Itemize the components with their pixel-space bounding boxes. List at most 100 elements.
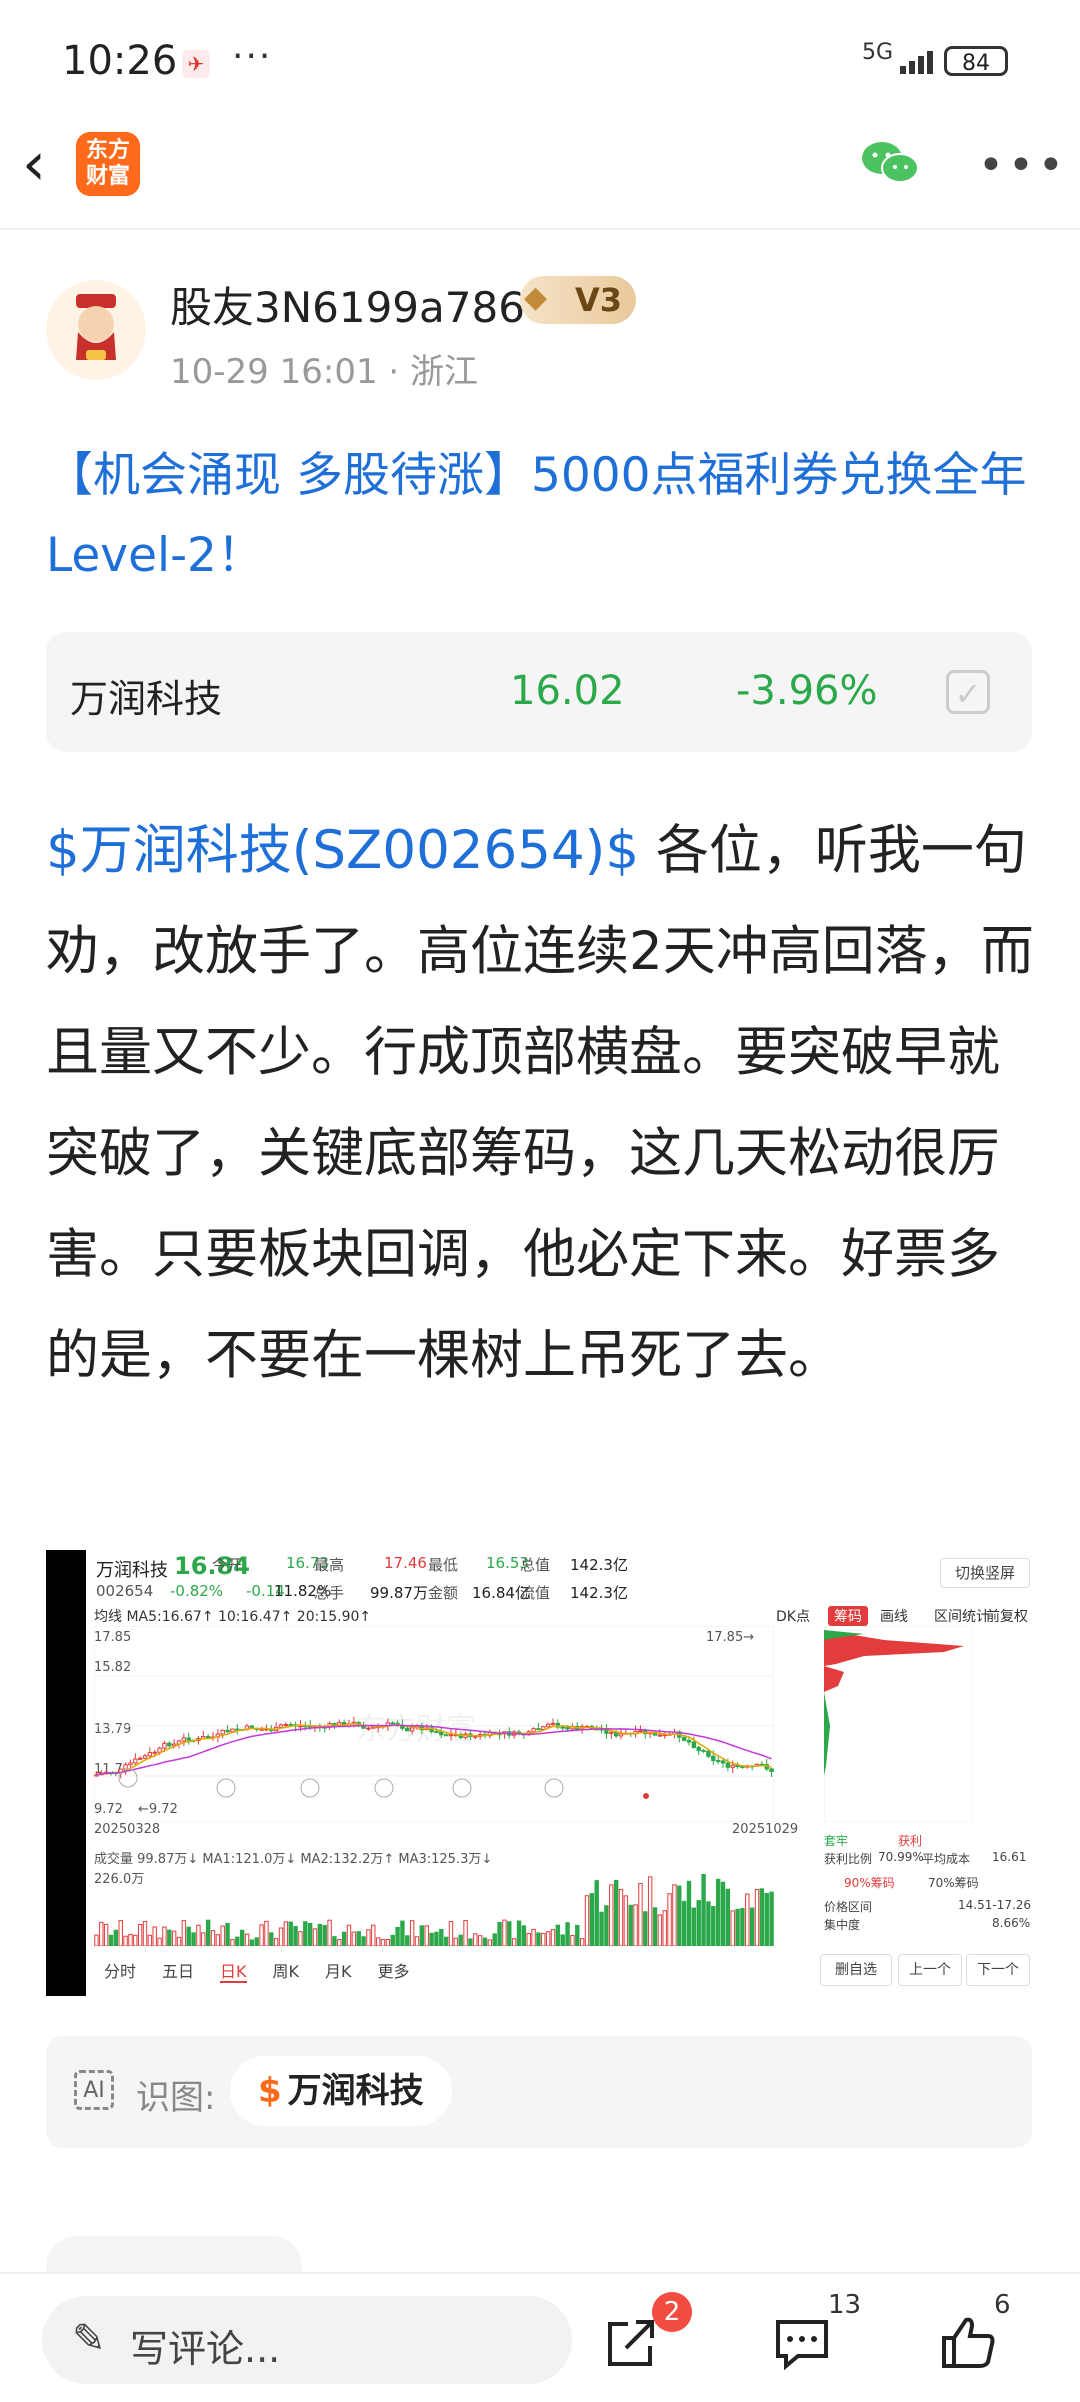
- volume-bar: [575, 1924, 580, 1946]
- comment-input[interactable]: ✎ 写评论...: [42, 2296, 572, 2384]
- volume-bar: [536, 1932, 541, 1946]
- avg-cost: 16.61: [992, 1850, 1027, 1864]
- add-watchlist-checkbox-icon[interactable]: ✓: [946, 670, 990, 714]
- volume-bar: [390, 1934, 395, 1946]
- volume-bar: [215, 1934, 221, 1946]
- battery-icon: 84: [944, 46, 1008, 76]
- shot-open-label: 今开: [212, 1556, 243, 1574]
- volume-bar: [99, 1921, 104, 1946]
- post-body: $万润科技(SZ002654)$ 各位，听我一句劝，改放手了。高位连续2天冲高回…: [46, 800, 1036, 1406]
- avatar[interactable]: [46, 280, 146, 380]
- volume-bar: [473, 1933, 478, 1946]
- volume-bar: [759, 1888, 765, 1946]
- author-name[interactable]: 股友3N6199a786: [170, 274, 525, 335]
- volume-bar: [740, 1908, 745, 1946]
- date-end: 20251029: [732, 1822, 799, 1837]
- candle-body: [769, 1768, 774, 1773]
- volume-bar: [210, 1930, 216, 1946]
- tab-yuek: 月K: [325, 1962, 352, 1981]
- shot-float: 142.3亿: [570, 1584, 628, 1602]
- volume-bar: [424, 1925, 429, 1946]
- fuquan-tab: 前复权: [986, 1609, 1028, 1625]
- avg-cost-label: 平均成本: [922, 1852, 971, 1866]
- candle-body: [725, 1762, 731, 1768]
- volume-bar: [278, 1927, 284, 1946]
- clock: 10:26: [62, 38, 178, 84]
- ai-stock-chip[interactable]: $ 万润科技: [230, 2056, 452, 2126]
- range-stats-tab: 区间统计: [934, 1609, 990, 1625]
- post-body-text: 各位，听我一句劝，改放手了。高位连续2天冲高回落，而且量又不少。行成顶部横盘。要…: [46, 820, 1034, 1386]
- back-button[interactable]: ‹: [22, 132, 66, 196]
- shot-stock-name: 万润科技: [96, 1560, 168, 1581]
- candle-body: [225, 1729, 230, 1733]
- stock-name: 万润科技: [70, 677, 223, 721]
- volume-bar: [686, 1880, 692, 1946]
- volume-bar: [133, 1934, 138, 1946]
- volume-bar: [555, 1924, 561, 1946]
- volume-bar: [375, 1937, 381, 1946]
- volume-bar: [171, 1930, 177, 1946]
- volume-bar: [123, 1935, 128, 1946]
- like-icon[interactable]: [940, 2314, 996, 2370]
- volume-bar: [618, 1888, 624, 1946]
- volume-bar: [468, 1938, 473, 1946]
- switch-orientation-button: 切换竖屏: [940, 1558, 1030, 1588]
- shot-float-label: 流值: [520, 1584, 551, 1602]
- volume-bar: [196, 1924, 201, 1946]
- volume-bar: [526, 1932, 531, 1946]
- more-menu-icon[interactable]: •••: [978, 140, 1068, 191]
- volume-bar: [657, 1914, 663, 1946]
- candle-body: [137, 1757, 143, 1760]
- candle-body: [657, 1734, 663, 1737]
- volume-bar: [711, 1906, 716, 1946]
- volume-bar: [220, 1925, 225, 1946]
- volume-bar: [677, 1885, 682, 1946]
- volume-bar: [439, 1928, 444, 1946]
- volume-bar: [385, 1938, 391, 1946]
- volume-bar: [142, 1920, 148, 1946]
- tab-fenshi: 分时: [104, 1962, 137, 1981]
- stock-tag-link[interactable]: $万润科技(SZ002654)$: [46, 820, 639, 881]
- post-title[interactable]: 【机会涌现 多股待涨】5000点福利券兑换全年Level-2！: [46, 436, 1036, 596]
- attached-chart-image[interactable]: 万润科技 16.84 002654 -0.82% 今开 16.73 最高 17.…: [46, 1550, 1032, 1996]
- volume-bar: [681, 1900, 687, 1946]
- volume-bar: [113, 1929, 119, 1946]
- volume-bar: [118, 1920, 123, 1946]
- comment-icon[interactable]: [774, 2318, 830, 2370]
- candle-body: [706, 1750, 711, 1757]
- comment-placeholder: 写评论...: [130, 2327, 281, 2371]
- volume-bar: [531, 1928, 536, 1946]
- volume-bar: [516, 1920, 522, 1946]
- share-icon[interactable]: [604, 2316, 658, 2370]
- candle-body: [128, 1762, 133, 1766]
- volume-bar: [293, 1925, 298, 1946]
- volume-bar: [458, 1934, 463, 1946]
- candle-body: [235, 1728, 240, 1731]
- volume-bar: [298, 1931, 303, 1946]
- volume-bar: [594, 1880, 599, 1946]
- candle-body: [283, 1723, 289, 1726]
- candle-body: [366, 1727, 371, 1730]
- volume-bar: [570, 1935, 575, 1946]
- more-notifications-icon: ···: [232, 36, 273, 77]
- volume-bar: [230, 1939, 235, 1946]
- volume-bar: [327, 1919, 332, 1946]
- volume-bar: [749, 1907, 755, 1946]
- volume-bar: [366, 1929, 371, 1946]
- shot-code: 002654: [96, 1582, 154, 1600]
- chip-70-tab: 70%筹码: [928, 1876, 979, 1890]
- volume-bar: [463, 1919, 468, 1946]
- status-bar: 10:26 ✈ ··· 5G 84: [0, 0, 1080, 120]
- volume-bar: [725, 1888, 731, 1946]
- volume-bar: [239, 1929, 245, 1946]
- wechat-share-icon[interactable]: [860, 138, 920, 188]
- draw-line-tab: 画线: [880, 1609, 908, 1625]
- volume-bar: [628, 1904, 633, 1946]
- candle-body: [696, 1746, 701, 1751]
- ma-line-label: 均线 MA5:16.67↑ 10:16.47↑ 20:15.90↑: [94, 1609, 372, 1625]
- volume-bar: [128, 1933, 133, 1946]
- candle-body: [701, 1749, 706, 1752]
- stock-card[interactable]: 万润科技 16.02 -3.96% ✓: [46, 632, 1032, 752]
- like-count: 6: [994, 2290, 1011, 2320]
- volume-bar: [701, 1873, 706, 1946]
